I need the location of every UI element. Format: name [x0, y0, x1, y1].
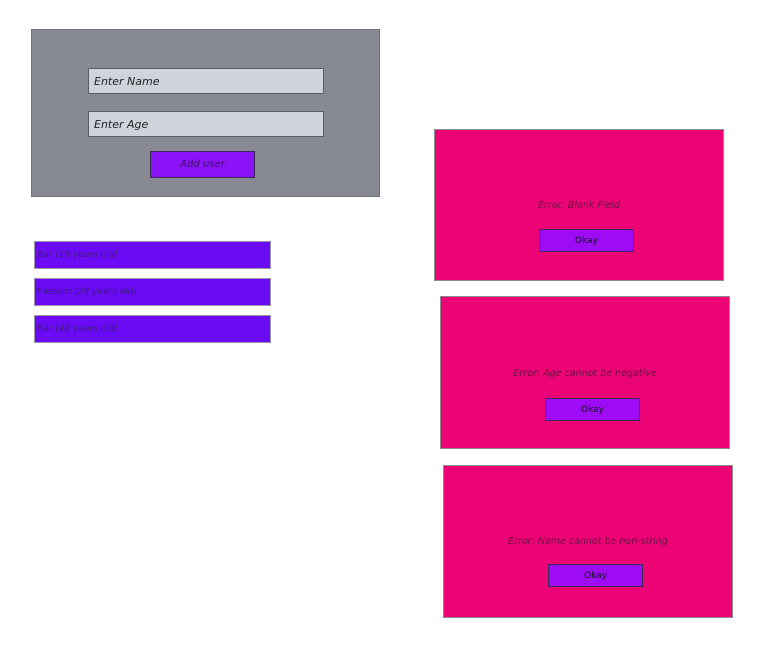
error-message: Error: Blank Field [538, 200, 620, 211]
okay-button[interactable]: Okay [539, 229, 634, 252]
user-list-item: Bar (42 years old) [34, 315, 271, 343]
user-list-item: Fassam (28 years old) [34, 278, 271, 306]
error-modal-negative-age: Error: Age cannot be negative Okay [440, 296, 730, 449]
name-input[interactable] [88, 68, 324, 94]
add-user-form: Add user [31, 29, 380, 197]
age-input[interactable] [88, 111, 324, 137]
user-list-item: Bar (19 years old) [34, 241, 271, 269]
add-user-button[interactable]: Add user [150, 151, 255, 178]
okay-button[interactable]: Okay [548, 564, 643, 587]
error-message: Error: Age cannot be negative [513, 368, 657, 379]
error-modal-blank-field: Error: Blank Field Okay [434, 129, 724, 281]
okay-button[interactable]: Okay [545, 398, 640, 421]
error-modal-non-string-name: Error: Name cannot be non-string Okay [443, 465, 733, 618]
error-message: Error: Name cannot be non-string [508, 536, 668, 547]
wireframe-canvas: Add user Bar (19 years old) Fassam (28 y… [0, 0, 771, 662]
